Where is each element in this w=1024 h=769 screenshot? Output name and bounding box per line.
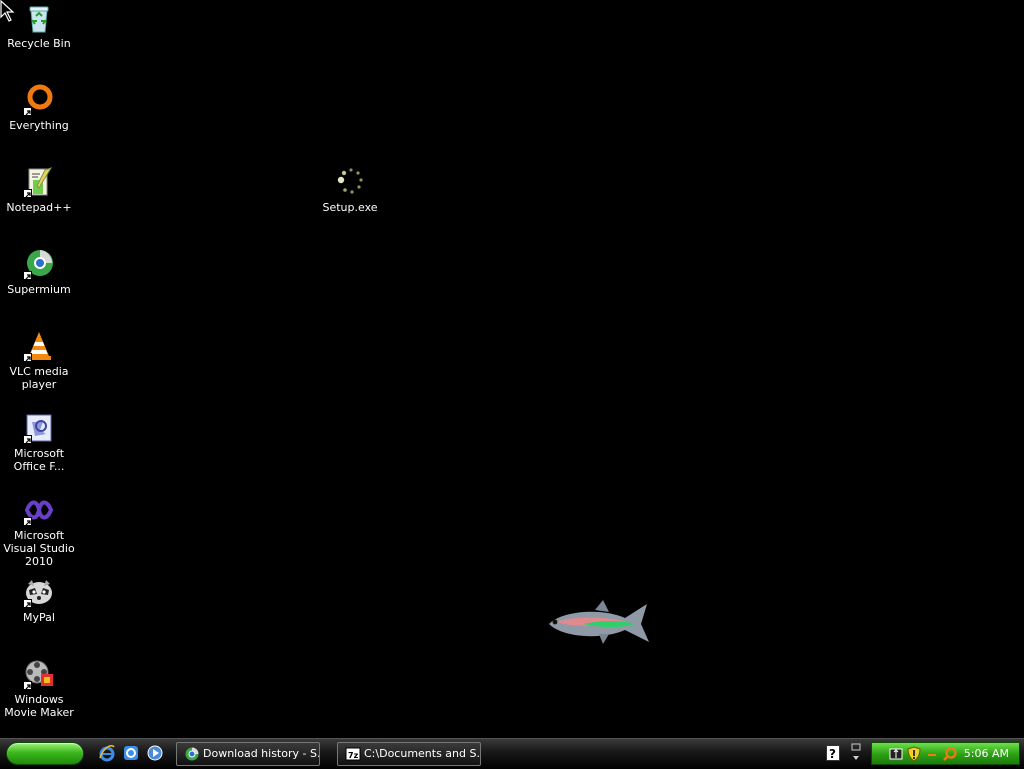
movie-maker-icon — [23, 658, 55, 690]
dash-icon[interactable] — [924, 746, 940, 762]
desktop-icon-label: Recycle Bin — [7, 37, 71, 50]
svg-text:?: ? — [829, 747, 836, 761]
desktop-icon-label: Everything — [9, 119, 69, 132]
desktop-icon-supermium[interactable]: Supermium — [0, 248, 78, 296]
desktop-icon-everything[interactable]: Everything — [0, 84, 78, 132]
shortcut-arrow-icon — [23, 517, 32, 526]
svg-text:7z: 7z — [348, 751, 359, 760]
internet-explorer-icon[interactable] — [98, 744, 116, 762]
browser-icon — [185, 747, 199, 761]
shortcut-arrow-icon — [23, 107, 32, 116]
office-document-icon — [23, 412, 55, 444]
visual-studio-icon — [23, 494, 55, 526]
security-shield-icon[interactable] — [906, 746, 922, 762]
help-icon[interactable]: ? — [826, 745, 840, 761]
desktop-icon-notepad-plus-plus[interactable]: Notepad++ — [0, 166, 78, 214]
desktop-icon-label: MyPal — [23, 611, 55, 624]
system-tray: 5:06 AM — [871, 742, 1020, 765]
everything-search-icon — [23, 84, 55, 116]
shortcut-arrow-icon — [23, 435, 32, 444]
desktop-icon-label: Setup.exe — [322, 201, 378, 214]
desktop-icon-label: Supermium — [7, 283, 71, 296]
network-icon[interactable] — [888, 746, 904, 762]
taskbar: Download history - S... 7z C:\Documents … — [0, 738, 1024, 769]
fish-screensaver-image — [549, 600, 649, 644]
supermium-browser-icon — [23, 248, 55, 280]
shortcut-arrow-icon — [23, 271, 32, 280]
desktop-icon-mypal[interactable]: MyPal — [0, 576, 78, 624]
desktop: Recycle Bin Everything Notepad++ Supermi… — [0, 0, 1024, 738]
desktop-icon-label: VLC media player — [9, 365, 69, 391]
recycle-bin-icon — [23, 2, 55, 34]
desktop-icon-label: Windows Movie Maker — [4, 693, 74, 719]
desktop-icon-movie-maker[interactable]: Windows Movie Maker — [0, 658, 78, 719]
taskbar-button-documents-folder[interactable]: 7z C:\Documents and S... — [337, 742, 481, 766]
desktop-icon-visual-studio[interactable]: Microsoft Visual Studio 2010 — [0, 494, 78, 568]
media-player-icon[interactable] — [146, 744, 164, 762]
shortcut-arrow-icon — [23, 189, 32, 198]
7zip-icon: 7z — [345, 747, 361, 761]
chevron-expand-icon[interactable] — [850, 742, 862, 764]
taskbar-button-label: C:\Documents and S... — [364, 747, 481, 760]
desktop-icon-setup-exe[interactable]: Setup.exe — [311, 166, 389, 214]
shortcut-arrow-icon — [23, 353, 32, 362]
desktop-icon-label: Notepad++ — [6, 201, 72, 214]
desktop-icon-vlc[interactable]: VLC media player — [0, 330, 78, 391]
mypal-raccoon-icon — [23, 576, 55, 608]
desktop-icon-label: Microsoft Office F... — [13, 447, 65, 473]
desktop-icon-label: Microsoft Visual Studio 2010 — [3, 529, 75, 568]
vlc-cone-icon — [23, 330, 55, 362]
system-clock[interactable]: 5:06 AM — [964, 743, 1009, 765]
loading-spinner-icon — [334, 166, 366, 198]
mouse-cursor-icon — [0, 0, 15, 22]
shortcut-arrow-icon — [23, 681, 32, 690]
taskbar-button-label: Download history - S... — [203, 747, 320, 760]
ie-alt-icon[interactable] — [122, 744, 140, 762]
shortcut-arrow-icon — [23, 599, 32, 608]
search-icon[interactable] — [942, 746, 958, 762]
start-button[interactable] — [6, 742, 84, 765]
notepad-plus-plus-icon — [23, 166, 55, 198]
taskbar-button-download-history[interactable]: Download history - S... — [176, 742, 320, 766]
desktop-icon-office[interactable]: Microsoft Office F... — [0, 412, 78, 473]
